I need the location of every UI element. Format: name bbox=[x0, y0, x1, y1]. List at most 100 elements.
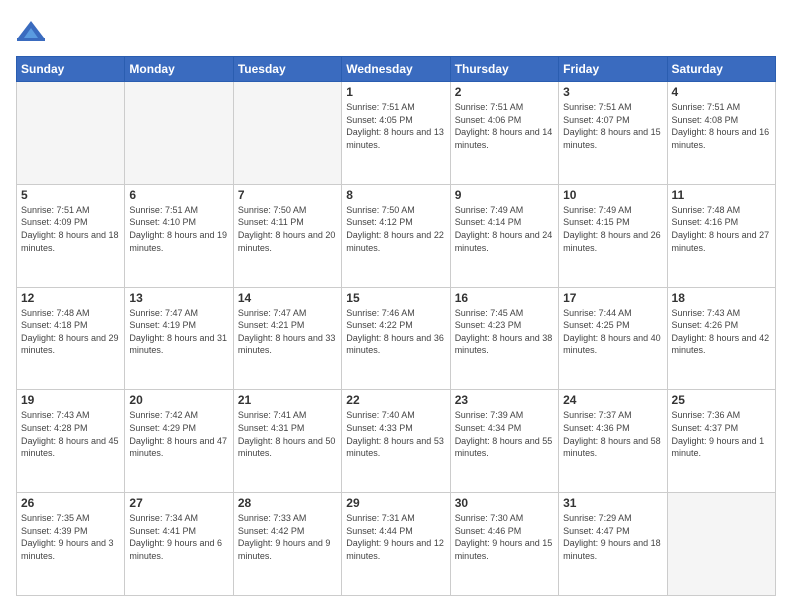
day-cell bbox=[233, 82, 341, 185]
day-info: Sunrise: 7:48 AM Sunset: 4:18 PM Dayligh… bbox=[21, 307, 120, 357]
weekday-thursday: Thursday bbox=[450, 57, 558, 82]
day-info: Sunrise: 7:51 AM Sunset: 4:10 PM Dayligh… bbox=[129, 204, 228, 254]
header bbox=[16, 16, 776, 46]
day-number: 16 bbox=[455, 291, 554, 305]
logo bbox=[16, 16, 50, 46]
day-info: Sunrise: 7:35 AM Sunset: 4:39 PM Dayligh… bbox=[21, 512, 120, 562]
day-info: Sunrise: 7:41 AM Sunset: 4:31 PM Dayligh… bbox=[238, 409, 337, 459]
day-cell: 17 Sunrise: 7:44 AM Sunset: 4:25 PM Dayli… bbox=[559, 287, 667, 390]
day-cell: 13 Sunrise: 7:47 AM Sunset: 4:19 PM Dayli… bbox=[125, 287, 233, 390]
day-number: 20 bbox=[129, 393, 228, 407]
day-number: 17 bbox=[563, 291, 662, 305]
day-number: 3 bbox=[563, 85, 662, 99]
day-number: 7 bbox=[238, 188, 337, 202]
day-info: Sunrise: 7:46 AM Sunset: 4:22 PM Dayligh… bbox=[346, 307, 445, 357]
weekday-wednesday: Wednesday bbox=[342, 57, 450, 82]
day-cell: 26 Sunrise: 7:35 AM Sunset: 4:39 PM Dayli… bbox=[17, 493, 125, 596]
day-number: 11 bbox=[672, 188, 771, 202]
day-info: Sunrise: 7:49 AM Sunset: 4:14 PM Dayligh… bbox=[455, 204, 554, 254]
day-cell: 15 Sunrise: 7:46 AM Sunset: 4:22 PM Dayli… bbox=[342, 287, 450, 390]
day-info: Sunrise: 7:36 AM Sunset: 4:37 PM Dayligh… bbox=[672, 409, 771, 459]
day-cell: 11 Sunrise: 7:48 AM Sunset: 4:16 PM Dayli… bbox=[667, 184, 775, 287]
day-number: 9 bbox=[455, 188, 554, 202]
day-cell: 25 Sunrise: 7:36 AM Sunset: 4:37 PM Dayli… bbox=[667, 390, 775, 493]
day-info: Sunrise: 7:51 AM Sunset: 4:05 PM Dayligh… bbox=[346, 101, 445, 151]
day-info: Sunrise: 7:43 AM Sunset: 4:28 PM Dayligh… bbox=[21, 409, 120, 459]
day-info: Sunrise: 7:42 AM Sunset: 4:29 PM Dayligh… bbox=[129, 409, 228, 459]
day-number: 5 bbox=[21, 188, 120, 202]
day-cell: 28Sunrise: 7:33 AM Sunset: 4:42 PM Dayli… bbox=[233, 493, 341, 596]
day-number: 26 bbox=[21, 496, 120, 510]
day-info: Sunrise: 7:39 AM Sunset: 4:34 PM Dayligh… bbox=[455, 409, 554, 459]
day-cell: 10 Sunrise: 7:49 AM Sunset: 4:15 PM Dayli… bbox=[559, 184, 667, 287]
day-number: 25 bbox=[672, 393, 771, 407]
day-number: 18 bbox=[672, 291, 771, 305]
weekday-header-row: SundayMondayTuesdayWednesdayThursdayFrid… bbox=[17, 57, 776, 82]
day-number: 29 bbox=[346, 496, 445, 510]
day-info: Sunrise: 7:51 AM Sunset: 4:06 PM Dayligh… bbox=[455, 101, 554, 151]
weekday-sunday: Sunday bbox=[17, 57, 125, 82]
day-cell: 24Sunrise: 7:37 AM Sunset: 4:36 PM Dayli… bbox=[559, 390, 667, 493]
day-info: Sunrise: 7:43 AM Sunset: 4:26 PM Dayligh… bbox=[672, 307, 771, 357]
day-cell: 4 Sunrise: 7:51 AM Sunset: 4:08 PM Daylig… bbox=[667, 82, 775, 185]
day-info: Sunrise: 7:30 AM Sunset: 4:46 PM Dayligh… bbox=[455, 512, 554, 562]
day-cell: 30 Sunrise: 7:30 AM Sunset: 4:46 PM Dayli… bbox=[450, 493, 558, 596]
week-row-4: 26 Sunrise: 7:35 AM Sunset: 4:39 PM Dayli… bbox=[17, 493, 776, 596]
day-number: 12 bbox=[21, 291, 120, 305]
day-cell bbox=[125, 82, 233, 185]
day-cell: 20 Sunrise: 7:42 AM Sunset: 4:29 PM Dayli… bbox=[125, 390, 233, 493]
day-info: Sunrise: 7:29 AM Sunset: 4:47 PM Dayligh… bbox=[563, 512, 662, 562]
day-number: 23 bbox=[455, 393, 554, 407]
day-number: 13 bbox=[129, 291, 228, 305]
day-info: Sunrise: 7:51 AM Sunset: 4:07 PM Dayligh… bbox=[563, 101, 662, 151]
day-cell: 18 Sunrise: 7:43 AM Sunset: 4:26 PM Dayli… bbox=[667, 287, 775, 390]
day-number: 6 bbox=[129, 188, 228, 202]
day-cell: 23 Sunrise: 7:39 AM Sunset: 4:34 PM Dayli… bbox=[450, 390, 558, 493]
day-info: Sunrise: 7:49 AM Sunset: 4:15 PM Dayligh… bbox=[563, 204, 662, 254]
day-cell: 12 Sunrise: 7:48 AM Sunset: 4:18 PM Dayli… bbox=[17, 287, 125, 390]
day-cell: 2 Sunrise: 7:51 AM Sunset: 4:06 PM Daylig… bbox=[450, 82, 558, 185]
day-number: 14 bbox=[238, 291, 337, 305]
day-cell: 29 Sunrise: 7:31 AM Sunset: 4:44 PM Dayli… bbox=[342, 493, 450, 596]
day-cell: 14 Sunrise: 7:47 AM Sunset: 4:21 PM Dayli… bbox=[233, 287, 341, 390]
day-cell: 8Sunrise: 7:50 AM Sunset: 4:12 PM Daylig… bbox=[342, 184, 450, 287]
day-cell bbox=[667, 493, 775, 596]
day-number: 31 bbox=[563, 496, 662, 510]
day-number: 10 bbox=[563, 188, 662, 202]
day-info: Sunrise: 7:51 AM Sunset: 4:08 PM Dayligh… bbox=[672, 101, 771, 151]
weekday-friday: Friday bbox=[559, 57, 667, 82]
day-info: Sunrise: 7:33 AM Sunset: 4:42 PM Dayligh… bbox=[238, 512, 337, 562]
day-number: 15 bbox=[346, 291, 445, 305]
day-info: Sunrise: 7:47 AM Sunset: 4:21 PM Dayligh… bbox=[238, 307, 337, 357]
day-info: Sunrise: 7:44 AM Sunset: 4:25 PM Dayligh… bbox=[563, 307, 662, 357]
day-cell: 27Sunrise: 7:34 AM Sunset: 4:41 PM Dayli… bbox=[125, 493, 233, 596]
weekday-saturday: Saturday bbox=[667, 57, 775, 82]
day-cell: 6 Sunrise: 7:51 AM Sunset: 4:10 PM Daylig… bbox=[125, 184, 233, 287]
calendar-table: SundayMondayTuesdayWednesdayThursdayFrid… bbox=[16, 56, 776, 596]
day-info: Sunrise: 7:31 AM Sunset: 4:44 PM Dayligh… bbox=[346, 512, 445, 562]
day-info: Sunrise: 7:48 AM Sunset: 4:16 PM Dayligh… bbox=[672, 204, 771, 254]
day-cell: 19Sunrise: 7:43 AM Sunset: 4:28 PM Dayli… bbox=[17, 390, 125, 493]
day-cell: 7 Sunrise: 7:50 AM Sunset: 4:11 PM Daylig… bbox=[233, 184, 341, 287]
weekday-tuesday: Tuesday bbox=[233, 57, 341, 82]
day-cell: 3 Sunrise: 7:51 AM Sunset: 4:07 PM Daylig… bbox=[559, 82, 667, 185]
day-number: 30 bbox=[455, 496, 554, 510]
day-info: Sunrise: 7:50 AM Sunset: 4:12 PM Dayligh… bbox=[346, 204, 445, 254]
day-cell: 5 Sunrise: 7:51 AM Sunset: 4:09 PM Daylig… bbox=[17, 184, 125, 287]
day-info: Sunrise: 7:34 AM Sunset: 4:41 PM Dayligh… bbox=[129, 512, 228, 562]
week-row-3: 19Sunrise: 7:43 AM Sunset: 4:28 PM Dayli… bbox=[17, 390, 776, 493]
day-info: Sunrise: 7:37 AM Sunset: 4:36 PM Dayligh… bbox=[563, 409, 662, 459]
day-cell: 21 Sunrise: 7:41 AM Sunset: 4:31 PM Dayli… bbox=[233, 390, 341, 493]
page: SundayMondayTuesdayWednesdayThursdayFrid… bbox=[0, 0, 792, 612]
day-cell: 9 Sunrise: 7:49 AM Sunset: 4:14 PM Daylig… bbox=[450, 184, 558, 287]
day-cell: 22Sunrise: 7:40 AM Sunset: 4:33 PM Dayli… bbox=[342, 390, 450, 493]
day-info: Sunrise: 7:50 AM Sunset: 4:11 PM Dayligh… bbox=[238, 204, 337, 254]
day-cell bbox=[17, 82, 125, 185]
day-number: 2 bbox=[455, 85, 554, 99]
day-number: 4 bbox=[672, 85, 771, 99]
day-info: Sunrise: 7:47 AM Sunset: 4:19 PM Dayligh… bbox=[129, 307, 228, 357]
day-number: 21 bbox=[238, 393, 337, 407]
day-info: Sunrise: 7:51 AM Sunset: 4:09 PM Dayligh… bbox=[21, 204, 120, 254]
day-cell: 31 Sunrise: 7:29 AM Sunset: 4:47 PM Dayli… bbox=[559, 493, 667, 596]
day-cell: 16Sunrise: 7:45 AM Sunset: 4:23 PM Dayli… bbox=[450, 287, 558, 390]
